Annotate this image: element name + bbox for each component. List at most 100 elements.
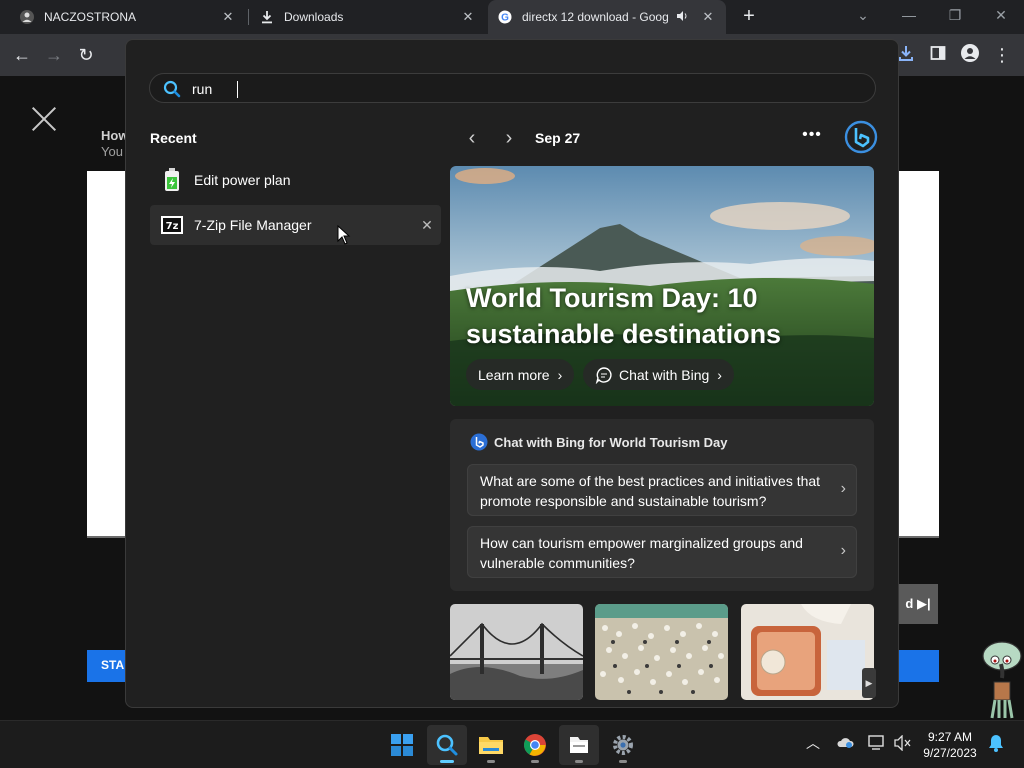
side-panel-icon[interactable] — [926, 44, 950, 68]
hero-card-world-tourism-day[interactable]: World Tourism Day: 10 sustainable destin… — [450, 166, 874, 406]
tab-downloads[interactable]: Downloads ✕ — [250, 0, 486, 34]
files-app-button[interactable] — [559, 725, 599, 765]
close-tab-icon[interactable]: ✕ — [700, 9, 716, 25]
thumbnail-row: ▶ — [450, 604, 876, 700]
bing-card-header: Chat with Bing for World Tourism Day — [470, 433, 728, 451]
start-button[interactable] — [382, 725, 422, 765]
tab-google-search[interactable]: G directx 12 download - Goog ✕ — [488, 0, 726, 34]
chevron-right-icon: › — [840, 480, 846, 497]
recent-item-label: 7-Zip File Manager — [194, 217, 312, 233]
speaker-icon[interactable] — [676, 10, 692, 25]
file-explorer-button[interactable] — [471, 725, 511, 765]
running-indicator — [619, 760, 627, 763]
tab-search-chevron-icon[interactable]: ⌄ — [840, 0, 886, 34]
suitcase-photo-thumbnail[interactable] — [741, 604, 874, 700]
chevron-right-icon: › — [840, 542, 846, 559]
previous-day-icon[interactable]: ‹ — [460, 126, 484, 152]
next-day-icon[interactable]: › — [497, 126, 521, 152]
svg-text:7z: 7z — [166, 221, 179, 232]
tab-title: Downloads — [284, 10, 344, 24]
bing-chat-suggestions-card: Chat with Bing for World Tourism Day Wha… — [450, 419, 874, 591]
chrome-button[interactable] — [515, 725, 555, 765]
windows-logo-icon — [391, 734, 413, 756]
chrome-icon — [524, 734, 546, 756]
tab-divider — [248, 9, 249, 25]
gear-icon — [613, 735, 633, 755]
battery-icon — [160, 168, 184, 192]
browser-tab-bar: NACZOSTRONA ✕ Downloads ✕ G directx 12 d… — [0, 0, 1024, 34]
page-subheading: You — [101, 144, 123, 159]
back-icon[interactable]: ← — [10, 44, 34, 68]
settings-button[interactable] — [603, 725, 643, 765]
google-icon: G — [498, 10, 512, 24]
onedrive-icon[interactable] — [836, 735, 854, 752]
chevron-right-icon: › — [717, 366, 722, 383]
question-text: How can tourism empower marginalized gro… — [480, 535, 803, 571]
notification-bell-icon[interactable] — [988, 734, 1004, 755]
learn-more-label: Learn more — [478, 366, 550, 383]
running-indicator — [487, 760, 495, 763]
volume-muted-icon[interactable] — [894, 734, 912, 754]
clock-date: 9/27/2023 — [923, 746, 977, 760]
close-tab-icon[interactable]: ✕ — [460, 9, 476, 25]
tab-naczostrona[interactable]: NACZOSTRONA ✕ — [10, 0, 246, 34]
user-avatar-icon — [20, 10, 34, 24]
search-box[interactable] — [149, 73, 876, 103]
folder-icon — [479, 737, 503, 754]
tab-title: directx 12 download - Goog — [522, 10, 669, 24]
learn-more-button[interactable]: Learn more › — [466, 359, 575, 390]
minimize-icon[interactable]: — — [886, 0, 932, 34]
remove-item-icon[interactable]: ✕ — [419, 217, 435, 233]
hero-title: World Tourism Day: 10 sustainable destin… — [466, 283, 782, 349]
chat-with-bing-label: Chat with Bing — [619, 366, 710, 383]
running-indicator — [575, 760, 583, 763]
forward-icon[interactable]: → — [42, 44, 66, 68]
suggested-question-2[interactable]: How can tourism empower marginalized gro… — [467, 526, 857, 578]
file-manager-icon — [570, 737, 588, 753]
windows-search-panel: Recent Edit power plan 7z 7-Zip File Man… — [125, 39, 899, 708]
squidward-sticker-icon — [982, 641, 1022, 719]
restore-icon[interactable]: ❐ — [932, 0, 978, 34]
taskbar: ︿ 9:27 AM 9/27/2023 — [0, 720, 1024, 768]
recent-item-7zip-file-manager[interactable]: 7z 7-Zip File Manager ✕ — [150, 205, 441, 245]
question-text: What are some of the best practices and … — [480, 473, 821, 509]
taskbar-search-button[interactable] — [427, 725, 467, 765]
search-icon — [163, 80, 181, 98]
search-input[interactable] — [192, 78, 792, 100]
show-hidden-icons-chevron-icon[interactable]: ︿ — [806, 733, 820, 753]
recent-item-edit-power-plan[interactable]: Edit power plan — [150, 160, 441, 200]
crowd-photo-thumbnail[interactable] — [595, 604, 728, 700]
svg-text:G: G — [501, 13, 509, 24]
skip-button[interactable]: d ▶| — [898, 584, 938, 624]
new-tab-button[interactable]: + — [738, 6, 760, 28]
search-icon — [436, 734, 458, 756]
7zip-icon: 7z — [160, 213, 184, 237]
reload-icon[interactable]: ↻ — [74, 44, 98, 68]
recent-item-label: Edit power plan — [194, 172, 291, 188]
chat-with-bing-button[interactable]: Chat with Bing › — [583, 359, 734, 390]
mouse-pointer-icon — [337, 225, 351, 245]
bridge-photo-thumbnail[interactable] — [450, 604, 583, 700]
text-caret — [237, 81, 238, 98]
profile-icon[interactable] — [958, 44, 982, 68]
system-clock[interactable]: 9:27 AM 9/27/2023 — [918, 729, 982, 761]
date-navigation: ‹ › Sep 27 ••• — [460, 120, 878, 154]
menu-icon[interactable]: ⋮ — [990, 44, 1014, 68]
network-icon[interactable] — [868, 735, 886, 754]
running-indicator — [531, 760, 539, 763]
recent-heading: Recent — [150, 130, 197, 146]
bing-icon — [470, 433, 488, 451]
clock-time: 9:27 AM — [927, 730, 973, 744]
current-date: Sep 27 — [535, 130, 581, 146]
scroll-right-icon[interactable]: ▶ — [862, 668, 876, 698]
close-tab-icon[interactable]: ✕ — [220, 9, 236, 25]
close-window-icon[interactable]: ✕ — [978, 0, 1024, 34]
active-indicator — [440, 760, 454, 763]
bing-card-title: Chat with Bing for World Tourism Day — [494, 434, 728, 450]
close-icon[interactable] — [30, 105, 60, 135]
bing-chat-icon[interactable] — [844, 120, 878, 154]
chat-bubble-icon — [595, 366, 612, 384]
suggested-question-1[interactable]: What are some of the best practices and … — [467, 464, 857, 516]
more-options-icon[interactable]: ••• — [800, 126, 824, 152]
download-icon — [260, 10, 274, 24]
